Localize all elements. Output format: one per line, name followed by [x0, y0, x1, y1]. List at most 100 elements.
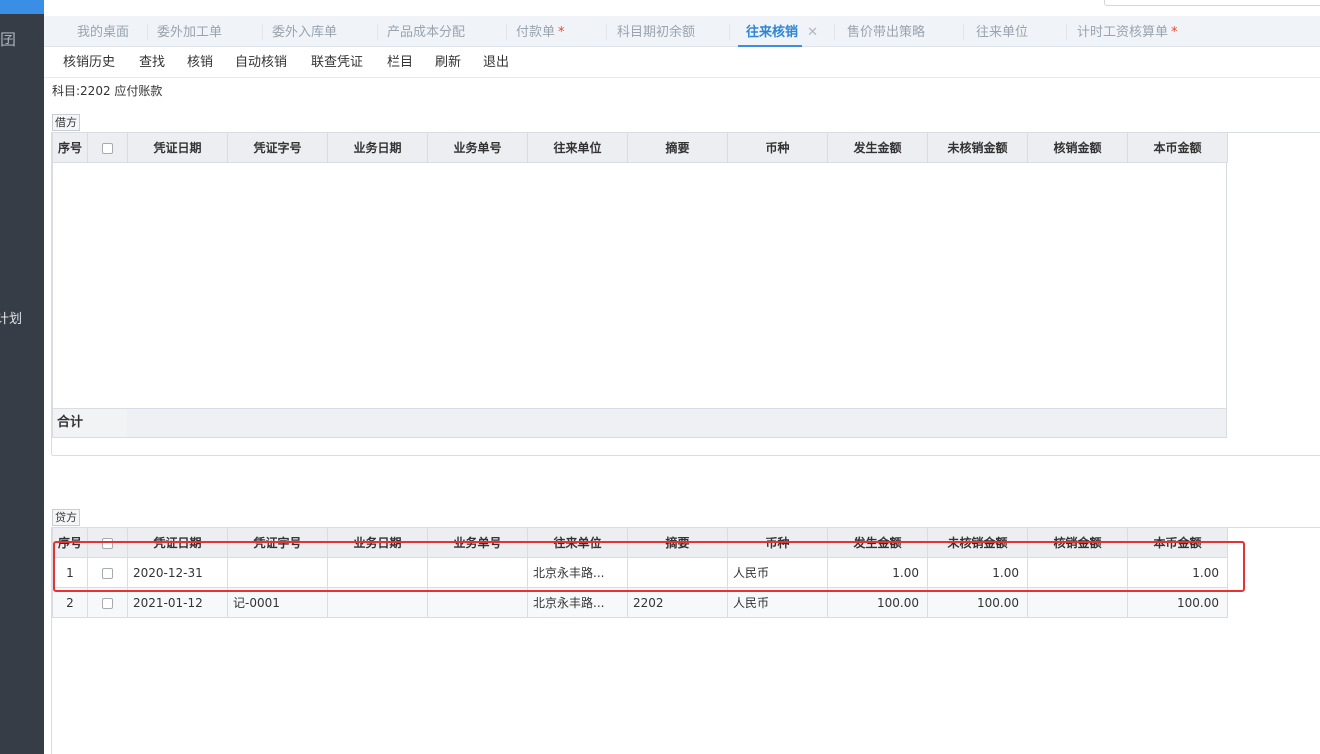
sidebar-item-plan[interactable]: 计划 [0, 308, 22, 327]
close-icon[interactable]: ✕ [807, 16, 818, 49]
col-header-voucher-no[interactable]: 凭证字号 [227, 527, 328, 558]
cell-written[interactable] [1027, 557, 1128, 588]
exit-button[interactable]: 退出 [483, 48, 509, 78]
cell-index: 2 [52, 587, 88, 618]
col-header-biz-no[interactable]: 业务单号 [427, 527, 528, 558]
tab-separator [1066, 24, 1067, 40]
col-header-biz-date[interactable]: 业务日期 [327, 527, 428, 558]
tab-cost-allocation[interactable]: 产品成本分配 [387, 16, 465, 47]
active-tab-indicator [738, 45, 803, 47]
top-search-input[interactable] [1104, 0, 1320, 6]
writeoff-history-button[interactable]: 核销历史 [63, 48, 115, 78]
col-header-partner[interactable]: 往来单位 [527, 527, 628, 558]
tab-separator [506, 24, 507, 40]
col-header-unwritten[interactable]: 未核销金额 [927, 527, 1028, 558]
tab-opening-balance[interactable]: 科目期初余额 [617, 16, 695, 47]
tab-outsourced-processing[interactable]: 委外加工单 [157, 16, 222, 47]
cell-voucher-no[interactable] [227, 557, 328, 588]
col-header-voucher-date[interactable]: 凭证日期 [127, 132, 228, 163]
tab-outsourced-receipt[interactable]: 委外入库单 [272, 16, 337, 47]
tab-desktop[interactable]: 我的桌面 [77, 16, 129, 47]
row-checkbox[interactable] [102, 567, 113, 579]
tab-separator [147, 24, 148, 40]
col-header-currency[interactable]: 币种 [727, 132, 828, 163]
cell-amount[interactable]: 100.00 [827, 587, 928, 618]
tab-price-strategy[interactable]: 售价带出策略 [847, 16, 925, 47]
cell-local-amount[interactable]: 1.00 [1127, 557, 1228, 588]
col-header-voucher-no[interactable]: 凭证字号 [227, 132, 328, 163]
tab-label: 付款单 [516, 25, 556, 40]
cell-summary[interactable]: 2202 [627, 587, 728, 618]
tab-separator [262, 24, 263, 40]
credit-header-row: 序号 凭证日期 凭证字号 业务日期 业务单号 往来单位 摘要 币种 发生金额 未… [52, 527, 1228, 558]
columns-button[interactable]: 栏目 [387, 48, 413, 78]
select-all-checkbox[interactable] [102, 142, 113, 154]
cell-partner[interactable]: 北京永丰路... [527, 587, 628, 618]
cell-index: 1 [52, 557, 88, 588]
tab-hourly-wage[interactable]: 计时工资核算单 * [1077, 16, 1178, 47]
writeoff-button[interactable]: 核销 [187, 48, 213, 78]
col-header-select-all[interactable] [87, 132, 128, 163]
find-button[interactable]: 查找 [139, 48, 165, 78]
col-header-local-amount[interactable]: 本币金额 [1127, 527, 1228, 558]
cell-currency[interactable]: 人民币 [727, 587, 828, 618]
cell-biz-date[interactable] [327, 587, 428, 618]
unsaved-star: * [558, 25, 565, 40]
table-row[interactable]: 2 2021-01-12 记-0001 北京永丰路... 2202 人民币 10… [52, 587, 1228, 618]
tab-label: 委外入库单 [272, 25, 338, 40]
tab-label: 我的桌面 [77, 25, 130, 40]
col-header-biz-no[interactable]: 业务单号 [427, 132, 528, 163]
cell-voucher-date[interactable]: 2020-12-31 [127, 557, 228, 588]
cell-written[interactable] [1027, 587, 1128, 618]
debit-header-row: 序号 凭证日期 凭证字号 业务日期 业务单号 往来单位 摘要 币种 发生金额 未… [52, 132, 1228, 163]
col-header-voucher-date[interactable]: 凭证日期 [127, 527, 228, 558]
col-header-index[interactable]: 序号 [52, 527, 88, 558]
cell-partner[interactable]: 北京永丰路... [527, 557, 628, 588]
tab-payment[interactable]: 付款单 * [516, 16, 565, 47]
tab-label: 往来单位 [976, 25, 1029, 40]
col-header-biz-date[interactable]: 业务日期 [327, 132, 428, 163]
cell-select[interactable] [87, 587, 128, 618]
tab-partners[interactable]: 往来单位 [976, 16, 1028, 47]
save-icon[interactable]: 囝 [0, 26, 16, 50]
table-row[interactable]: 1 2020-12-31 北京永丰路... 人民币 1.00 1.00 1.00 [52, 557, 1228, 588]
auto-writeoff-button[interactable]: 自动核销 [235, 48, 287, 78]
cell-biz-no[interactable] [427, 557, 528, 588]
tab-label: 售价带出策略 [847, 25, 926, 40]
col-header-local-amount[interactable]: 本币金额 [1127, 132, 1228, 163]
select-all-checkbox[interactable] [102, 537, 113, 549]
cell-unwritten[interactable]: 1.00 [927, 557, 1028, 588]
col-header-currency[interactable]: 币种 [727, 527, 828, 558]
col-header-summary[interactable]: 摘要 [627, 132, 728, 163]
debit-panel-bottom-line [52, 455, 1320, 456]
debit-table-body [52, 163, 1227, 408]
col-header-index[interactable]: 序号 [52, 132, 88, 163]
toolbar: 核销历史 查找 核销 自动核销 联查凭证 栏目 刷新 退出 [44, 48, 1320, 78]
row-checkbox[interactable] [102, 597, 113, 609]
view-voucher-button[interactable]: 联查凭证 [311, 48, 363, 78]
tab-bar: 我的桌面 委外加工单 委外入库单 产品成本分配 付款单 * 科目期初余额 往来核销… [44, 16, 1320, 47]
refresh-button[interactable]: 刷新 [435, 48, 461, 78]
sidebar-top-accent [0, 0, 44, 14]
col-header-amount[interactable]: 发生金额 [827, 527, 928, 558]
col-header-amount[interactable]: 发生金额 [827, 132, 928, 163]
col-header-summary[interactable]: 摘要 [627, 527, 728, 558]
total-label: 合计 [53, 409, 127, 437]
col-header-written[interactable]: 核销金额 [1027, 527, 1128, 558]
col-header-written[interactable]: 核销金额 [1027, 132, 1128, 163]
col-header-partner[interactable]: 往来单位 [527, 132, 628, 163]
cell-currency[interactable]: 人民币 [727, 557, 828, 588]
col-header-select-all[interactable] [87, 527, 128, 558]
cell-local-amount[interactable]: 100.00 [1127, 587, 1228, 618]
debit-total-row: 合计 [52, 408, 1227, 438]
tab-reconciliation[interactable]: 往来核销 ✕ [738, 16, 818, 47]
cell-biz-date[interactable] [327, 557, 428, 588]
col-header-unwritten[interactable]: 未核销金额 [927, 132, 1028, 163]
cell-unwritten[interactable]: 100.00 [927, 587, 1028, 618]
cell-select[interactable] [87, 557, 128, 588]
cell-summary[interactable] [627, 557, 728, 588]
cell-biz-no[interactable] [427, 587, 528, 618]
cell-voucher-no[interactable]: 记-0001 [227, 587, 328, 618]
cell-amount[interactable]: 1.00 [827, 557, 928, 588]
cell-voucher-date[interactable]: 2021-01-12 [127, 587, 228, 618]
